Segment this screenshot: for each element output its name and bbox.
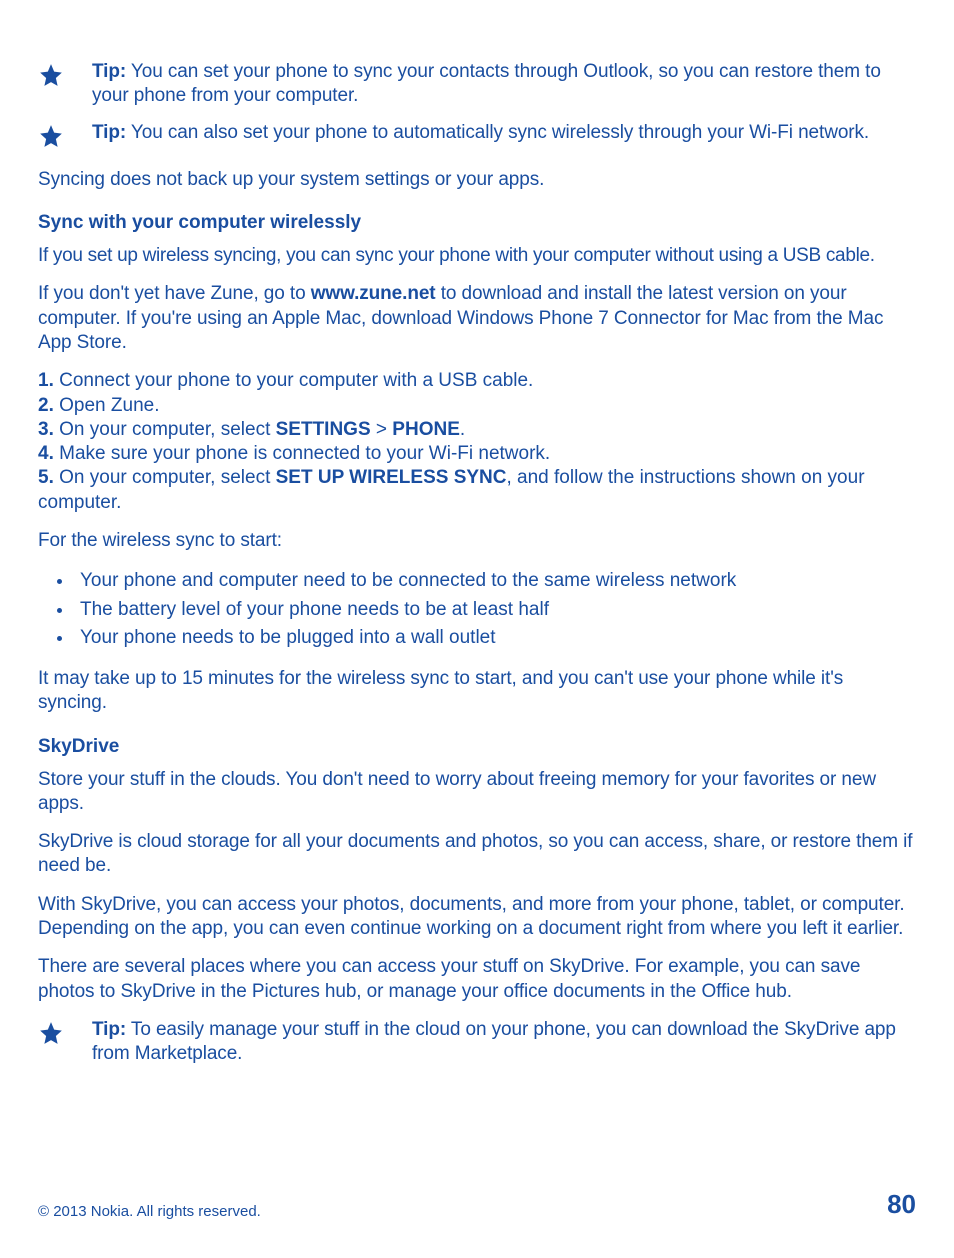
- step-num: 1.: [38, 370, 54, 391]
- phone-label: PHONE: [392, 419, 460, 440]
- step-num: 5.: [38, 467, 54, 488]
- tip-2-text: Tip: You can also set your phone to auto…: [92, 121, 916, 145]
- step-text: Open Zune.: [54, 395, 160, 416]
- star-icon: [38, 1020, 64, 1051]
- tip-body: You can set your phone to sync your cont…: [92, 61, 881, 106]
- step-text: Connect your phone to your computer with…: [54, 370, 533, 391]
- gt: >: [371, 419, 393, 440]
- page-number: 80: [887, 1189, 916, 1220]
- skydrive-p3: With SkyDrive, you can access your photo…: [38, 893, 916, 942]
- star-icon: [38, 62, 64, 93]
- step-num: 4.: [38, 443, 54, 464]
- step-num: 2.: [38, 395, 54, 416]
- list-item: The battery level of your phone needs to…: [74, 596, 916, 625]
- document-page: Tip: You can set your phone to sync your…: [0, 0, 954, 1258]
- step-pre: On your computer, select: [54, 419, 276, 440]
- page-footer: © 2013 Nokia. All rights reserved. 80: [38, 1189, 916, 1220]
- step-5: 5. On your computer, select SET UP WIREL…: [38, 466, 916, 515]
- steps-list: 1. Connect your phone to your computer w…: [38, 369, 916, 515]
- tip-label: Tip:: [92, 1019, 126, 1040]
- cond-intro: For the wireless sync to start:: [38, 529, 916, 553]
- tip-label: Tip:: [92, 122, 126, 143]
- sync-note: Syncing does not back up your system set…: [38, 168, 916, 192]
- skydrive-p1: Store your stuff in the clouds. You don'…: [38, 768, 916, 817]
- heading-sync-wireless: Sync with your computer wirelessly: [38, 212, 916, 234]
- tip-block-3: Tip: To easily manage your stuff in the …: [38, 1018, 916, 1073]
- wireless-note: It may take up to 15 minutes for the wir…: [38, 667, 916, 716]
- dot: .: [460, 419, 465, 440]
- step-text: Make sure your phone is connected to you…: [54, 443, 550, 464]
- tip-block-2: Tip: You can also set your phone to auto…: [38, 121, 916, 154]
- tip-3-text: Tip: To easily manage your stuff in the …: [92, 1018, 916, 1067]
- setup-wireless-label: SET UP WIRELESS SYNC: [276, 467, 507, 488]
- conditions-list: Your phone and computer need to be conne…: [38, 567, 916, 653]
- step-3: 3. On your computer, select SETTINGS > P…: [38, 418, 916, 442]
- step-pre: On your computer, select: [54, 467, 276, 488]
- step-2: 2. Open Zune.: [38, 394, 916, 418]
- star-icon: [38, 123, 64, 154]
- copyright-text: © 2013 Nokia. All rights reserved.: [38, 1203, 261, 1220]
- settings-label: SETTINGS: [276, 419, 371, 440]
- tip-body: You can also set your phone to automatic…: [126, 122, 869, 143]
- list-item: Your phone and computer need to be conne…: [74, 567, 916, 596]
- tip-block-1: Tip: You can set your phone to sync your…: [38, 60, 916, 115]
- list-item: Your phone needs to be plugged into a wa…: [74, 624, 916, 653]
- wireless-intro: If you set up wireless syncing, you can …: [38, 244, 916, 268]
- tip-1-text: Tip: You can set your phone to sync your…: [92, 60, 916, 109]
- heading-skydrive: SkyDrive: [38, 736, 916, 758]
- zune-link: www.zune.net: [311, 283, 436, 304]
- zune-paragraph: If you don't yet have Zune, go to www.zu…: [38, 282, 916, 355]
- step-num: 3.: [38, 419, 54, 440]
- tip-label: Tip:: [92, 61, 126, 82]
- skydrive-p2: SkyDrive is cloud storage for all your d…: [38, 830, 916, 879]
- tip-body: To easily manage your stuff in the cloud…: [92, 1019, 896, 1064]
- step-1: 1. Connect your phone to your computer w…: [38, 369, 916, 393]
- skydrive-p4: There are several places where you can a…: [38, 955, 916, 1004]
- step-4: 4. Make sure your phone is connected to …: [38, 442, 916, 466]
- zune-pre: If you don't yet have Zune, go to: [38, 283, 311, 304]
